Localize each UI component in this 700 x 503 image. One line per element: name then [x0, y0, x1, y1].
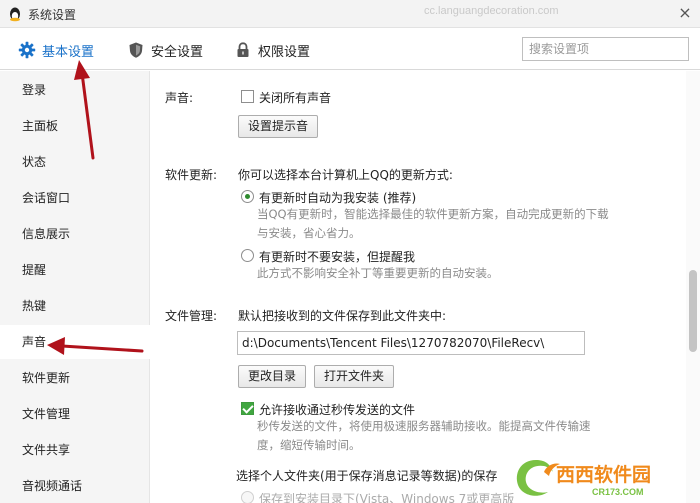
tab-label: 安全设置	[151, 44, 204, 60]
cr173-logo-graphic: 西西软件园 CR173.COM	[516, 460, 651, 497]
tab-permission-settings[interactable]: 权限设置	[234, 40, 310, 60]
update-intro-text: 你可以选择本台计算机上QQ的更新方式:	[238, 168, 453, 182]
tab-bar: 基本设置 安全设置 权限设置	[0, 28, 700, 70]
logo-subtext: CR173.COM	[592, 487, 644, 497]
receive-folder-path-field[interactable]	[237, 331, 585, 355]
allow-instant-transfer-checkbox[interactable]	[241, 402, 254, 415]
file-save-intro: 默认把接收到的文件保存到此文件夹中:	[238, 309, 447, 323]
sidebar-item-av-call[interactable]: 音视频通话	[0, 469, 150, 503]
update-section-label: 软件更新:	[165, 168, 218, 182]
open-folder-button[interactable]: 打开文件夹	[314, 365, 395, 388]
search-input[interactable]	[522, 37, 689, 61]
allow-instant-transfer-label: 允许接收通过秒传发送的文件	[259, 403, 416, 417]
tab-basic-settings[interactable]: 基本设置	[18, 40, 94, 60]
sidebar-item-file-sharing[interactable]: 文件共享	[0, 433, 150, 467]
personal-folder-intro: 选择个人文件夹(用于保存消息记录等数据)的保存	[236, 469, 498, 483]
save-install-dir-radio[interactable]	[241, 491, 254, 503]
content-scrollbar[interactable]	[686, 71, 700, 503]
sidebar-item-file-management[interactable]: 文件管理	[0, 397, 150, 431]
remind-update-radio[interactable]	[241, 249, 254, 262]
tab-label: 权限设置	[258, 44, 311, 60]
remind-update-label: 有更新时不要安装，但提醒我	[259, 250, 416, 264]
sidebar-item-main-panel[interactable]: 主面板	[0, 109, 150, 143]
watermark-url: cc.languangdecoration.com	[424, 5, 559, 17]
sidebar-item-info-display[interactable]: 信息展示	[0, 217, 150, 251]
close-icon: ×	[678, 3, 692, 22]
mute-all-checkbox[interactable]	[241, 90, 254, 103]
sidebar-item-login[interactable]: 登录	[0, 73, 150, 107]
tab-security-settings[interactable]: 安全设置	[127, 40, 203, 60]
logo-text: 西西软件园	[556, 463, 651, 486]
tab-label: 基本设置	[42, 44, 95, 60]
gear-icon	[18, 41, 36, 59]
sound-section-label: 声音:	[165, 91, 194, 105]
file-section-label: 文件管理:	[165, 309, 218, 323]
change-directory-button[interactable]: 更改目录	[238, 365, 307, 388]
close-button[interactable]: ×	[676, 4, 694, 22]
sidebar-item-hotkeys[interactable]: 热键	[0, 289, 150, 323]
set-notification-tone-button[interactable]: 设置提示音	[238, 115, 319, 138]
settings-content: 声音: 关闭所有声音 设置提示音 软件更新: 你可以选择本台计算机上QQ的更新方…	[151, 71, 686, 503]
remind-update-desc: 此方式不影响安全补丁等重要更新的自动安装。	[257, 266, 499, 280]
sidebar-item-status[interactable]: 状态	[0, 145, 150, 179]
sidebar-item-software-update[interactable]: 软件更新	[0, 361, 150, 395]
sidebar-item-chat-window[interactable]: 会话窗口	[0, 181, 150, 215]
sidebar-item-sound[interactable]: 声音	[0, 325, 150, 359]
auto-update-desc-line1: 当QQ有更新时，智能选择最佳的软件更新方案，自动完成更新的下载	[257, 207, 609, 221]
scrollbar-thumb[interactable]	[689, 270, 697, 352]
sidebar: 登录 主面板 状态 会话窗口 信息展示 提醒 热键 声音 软件更新 文件管理 文…	[0, 71, 150, 503]
save-install-dir-label: 保存到安装目录下(Vista、Windows 7或更高版	[259, 492, 515, 503]
window-title: 系统设置	[28, 8, 77, 22]
instant-transfer-desc-line1: 秒传发送的文件，将使用极速服务器辅助接收。能提高文件传输速	[257, 419, 591, 433]
instant-transfer-desc-line2: 度，缩短传输时间。	[257, 438, 361, 452]
lock-icon	[237, 42, 249, 57]
qq-penguin-icon	[10, 7, 20, 22]
title-bar: 系统设置 cc.languangdecoration.com ×	[0, 0, 700, 28]
shield-icon	[129, 42, 143, 58]
cr173-logo: 西西软件园 CR173.COM	[508, 452, 700, 503]
sidebar-item-reminder[interactable]: 提醒	[0, 253, 150, 287]
auto-update-radio[interactable]	[241, 190, 254, 203]
mute-all-label: 关闭所有声音	[259, 91, 332, 105]
auto-update-desc-line2: 与安装，省心省力。	[257, 226, 361, 240]
auto-update-label: 有更新时自动为我安装 (推荐)	[259, 191, 417, 205]
